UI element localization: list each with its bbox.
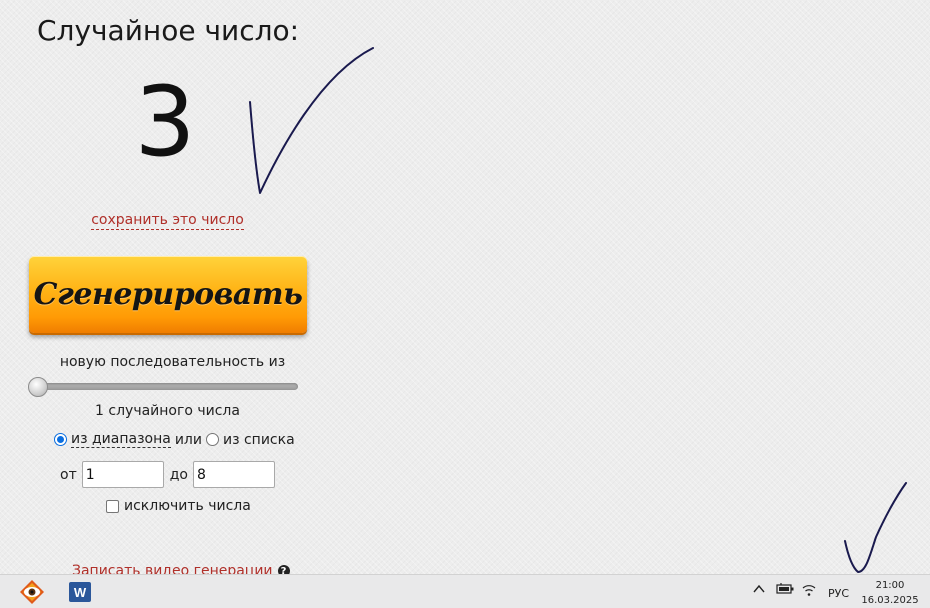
clock[interactable]: 21:00 16.03.2025 <box>858 578 922 608</box>
range-inputs: от до <box>60 461 275 488</box>
slider-thumb[interactable] <box>28 377 48 397</box>
generate-button[interactable]: Сгенерировать <box>29 256 307 333</box>
word-icon: W <box>69 582 91 602</box>
count-slider[interactable] <box>28 377 300 397</box>
show-hidden-icons-button[interactable] <box>752 582 766 596</box>
exclude-checkbox[interactable] <box>106 499 119 513</box>
battery-icon <box>776 583 794 594</box>
source-selector: из диапазона или из списка <box>54 431 295 448</box>
list-option-label[interactable]: из списка <box>223 432 295 448</box>
from-label: от <box>60 466 77 483</box>
clock-time: 21:00 <box>875 580 905 591</box>
handwritten-checkmark-icon <box>249 47 374 194</box>
count-label: 1 случайного числа <box>95 403 240 419</box>
taskbar: W РУС 21:00 16.03.2025 <box>0 574 930 608</box>
or-label: или <box>174 431 202 448</box>
exclude-label[interactable]: исключить числа <box>124 498 251 514</box>
range-option-label[interactable]: из диапазона <box>71 431 171 448</box>
to-input[interactable] <box>192 461 275 488</box>
from-input[interactable] <box>81 461 164 488</box>
chevron-up-icon <box>753 584 765 593</box>
eye-app-icon[interactable] <box>18 579 46 605</box>
sequence-label: новую последовательность из <box>59 354 286 370</box>
generate-button-label: Сгенерировать <box>33 277 303 312</box>
wifi-icon <box>802 585 816 596</box>
word-app-button[interactable]: W <box>66 579 94 605</box>
range-radio[interactable] <box>54 433 67 446</box>
save-number-link-text[interactable]: сохранить это число <box>91 212 244 230</box>
network-button[interactable] <box>801 582 817 598</box>
battery-button[interactable] <box>776 582 794 596</box>
random-number-result: 3 <box>134 66 196 178</box>
list-radio[interactable] <box>205 433 219 446</box>
save-number-link[interactable]: сохранить это число <box>60 212 275 230</box>
eye-icon <box>20 580 44 604</box>
handwritten-checkmark-icon <box>844 482 907 573</box>
slider-track[interactable] <box>36 383 298 390</box>
exclude-numbers-option: исключить числа <box>106 498 251 514</box>
clock-date: 16.03.2025 <box>861 595 919 606</box>
to-label: до <box>169 466 188 483</box>
language-indicator[interactable]: РУС <box>828 587 849 600</box>
